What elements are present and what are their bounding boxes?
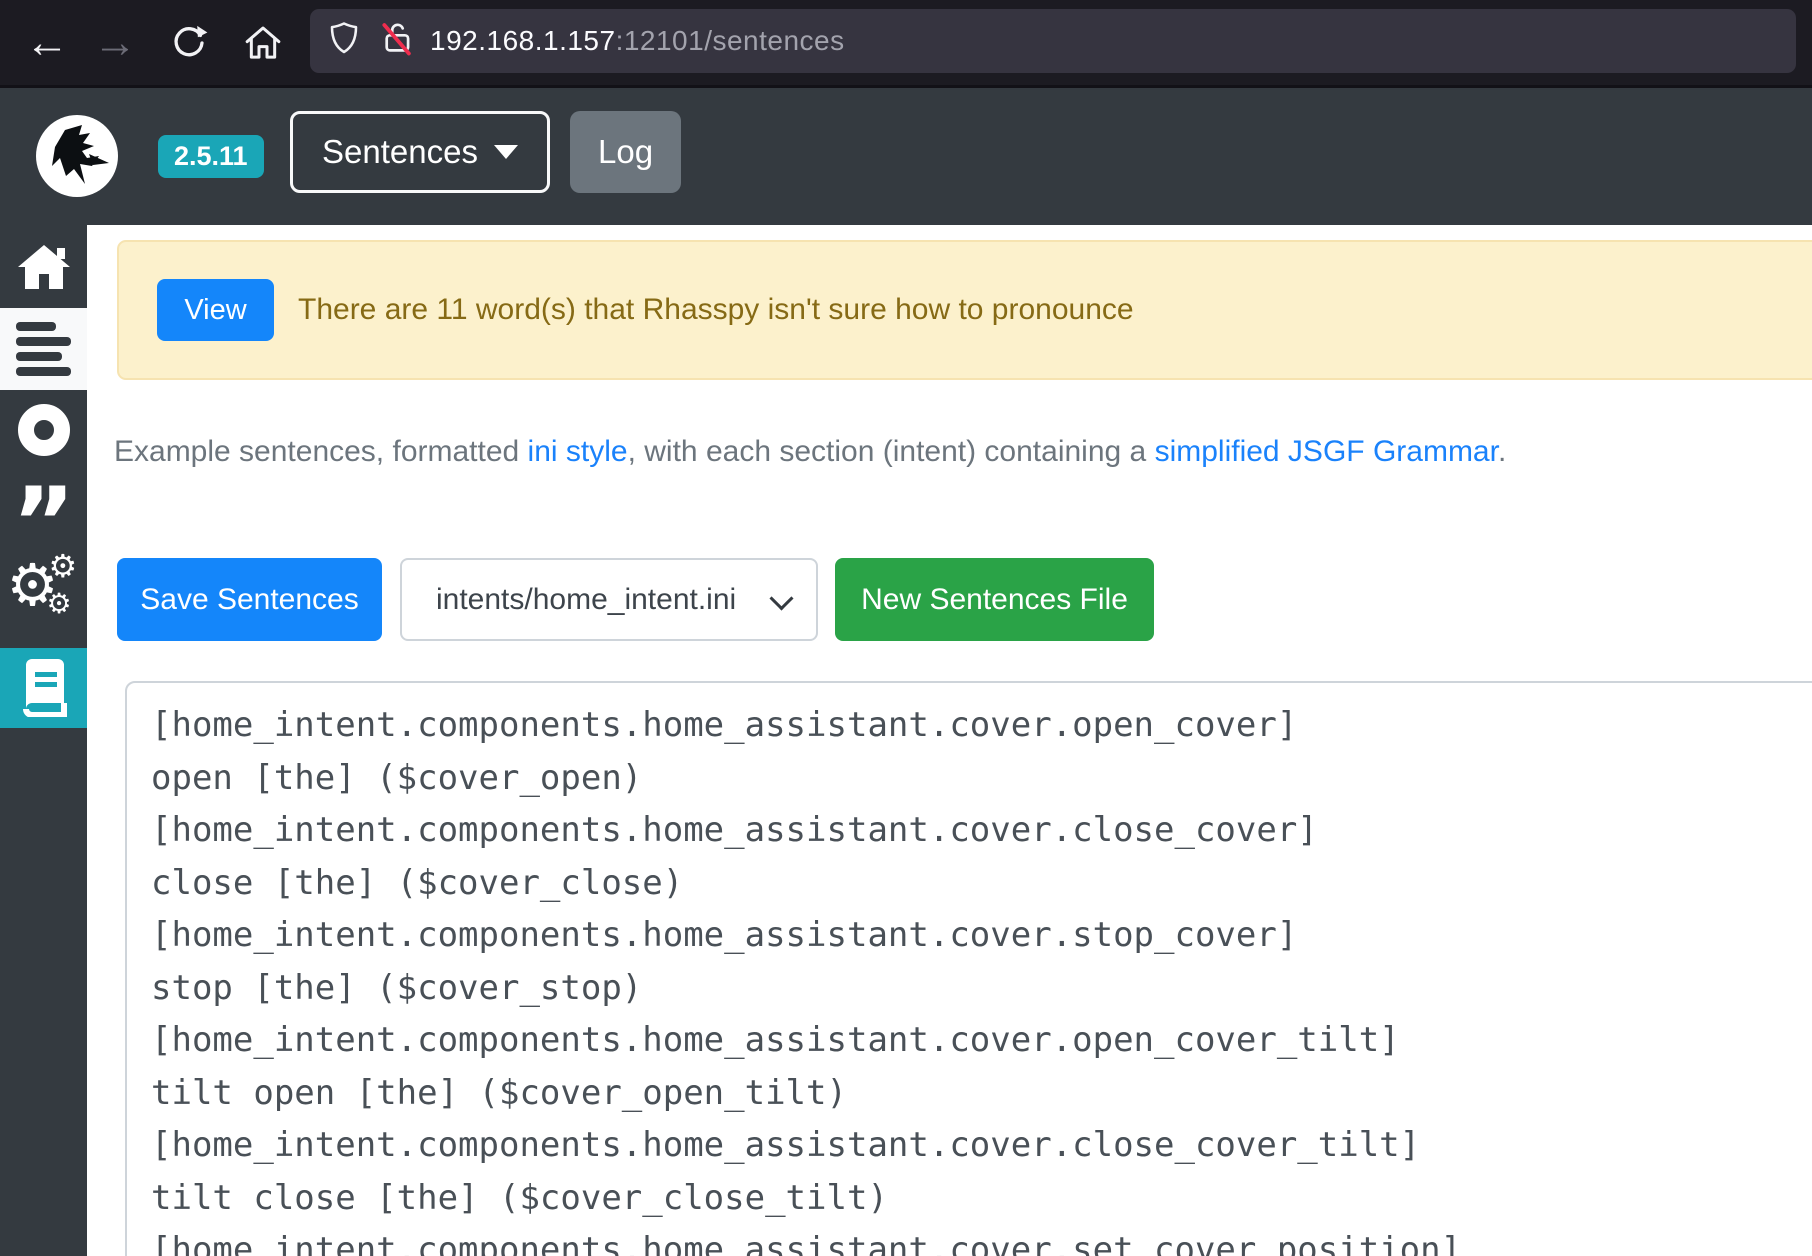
sidebar-item-words[interactable]: [0, 648, 87, 728]
sidebar-item-settings[interactable]: ⚙ ⚙ ⚙: [0, 550, 87, 630]
url-path: :12101/sentences: [616, 25, 845, 57]
gears-icon: ⚙ ⚙ ⚙: [11, 557, 77, 623]
file-select-value: intents/home_intent.ini: [436, 583, 736, 617]
caret-down-icon: [494, 145, 518, 159]
intro-text-1: Example sentences, formatted: [114, 435, 528, 468]
url-text[interactable]: 192.168.1.157:12101/sentences: [430, 9, 845, 73]
intro-text-3: .: [1498, 435, 1506, 468]
home-icon: [16, 242, 72, 292]
jsgf-grammar-link[interactable]: simplified JSGF Grammar: [1155, 435, 1498, 468]
rhasspy-app: ← →: [0, 0, 1812, 1256]
intro-text: Example sentences, formatted ini style, …: [114, 435, 1506, 469]
rhasspy-logo: [35, 114, 119, 198]
url-host: 192.168.1.157: [430, 25, 616, 57]
pronounce-warning-alert: View There are 11 word(s) that Rhasspy i…: [117, 240, 1812, 380]
home-outline-icon: [243, 23, 283, 63]
ini-style-link[interactable]: ini style: [528, 435, 628, 468]
alert-message: There are 11 word(s) that Rhasspy isn't …: [298, 293, 1134, 327]
intro-text-2: , with each section (intent) containing …: [628, 435, 1155, 468]
quotes-icon: ”: [12, 494, 75, 552]
reload-icon: [170, 24, 208, 62]
version-badge: 2.5.11: [158, 135, 264, 178]
sidebar-item-record[interactable]: [0, 390, 87, 470]
forward-button[interactable]: →: [90, 0, 140, 85]
record-icon: [18, 404, 70, 456]
view-button[interactable]: View: [157, 279, 274, 341]
back-button[interactable]: ←: [22, 0, 72, 85]
sentences-file-select[interactable]: intents/home_intent.ini: [400, 558, 818, 641]
sidebar-item-home[interactable]: [0, 225, 87, 308]
sidebar-item-sentences[interactable]: [0, 308, 87, 390]
reload-button[interactable]: [164, 0, 214, 85]
sentences-editor[interactable]: [home_intent.components.home_assistant.c…: [151, 699, 1812, 1256]
save-sentences-button[interactable]: Save Sentences: [117, 558, 382, 641]
browser-home-button[interactable]: [238, 0, 288, 85]
browser-toolbar: ← →: [0, 0, 1812, 88]
log-button[interactable]: Log: [570, 111, 681, 193]
app-header: 2.5.11 Sentences Log: [0, 88, 1812, 225]
book-icon: [18, 659, 70, 717]
main-content: View There are 11 word(s) that Rhasspy i…: [87, 225, 1812, 1256]
chevron-down-icon: [769, 586, 793, 610]
sentences-editor-container: [home_intent.components.home_assistant.c…: [125, 681, 1812, 1256]
sidebar-item-quotes[interactable]: ”: [0, 470, 87, 550]
shield-icon[interactable]: [326, 21, 362, 62]
page-select-label: Sentences: [322, 133, 478, 171]
align-left-icon: [16, 322, 71, 376]
url-bar[interactable]: 192.168.1.157:12101/sentences: [310, 9, 1796, 73]
sidebar: ” ⚙ ⚙ ⚙: [0, 225, 87, 1256]
insecure-lock-icon[interactable]: [378, 20, 416, 63]
new-sentences-file-button[interactable]: New Sentences File: [835, 558, 1154, 641]
page-select-dropdown[interactable]: Sentences: [290, 111, 550, 193]
